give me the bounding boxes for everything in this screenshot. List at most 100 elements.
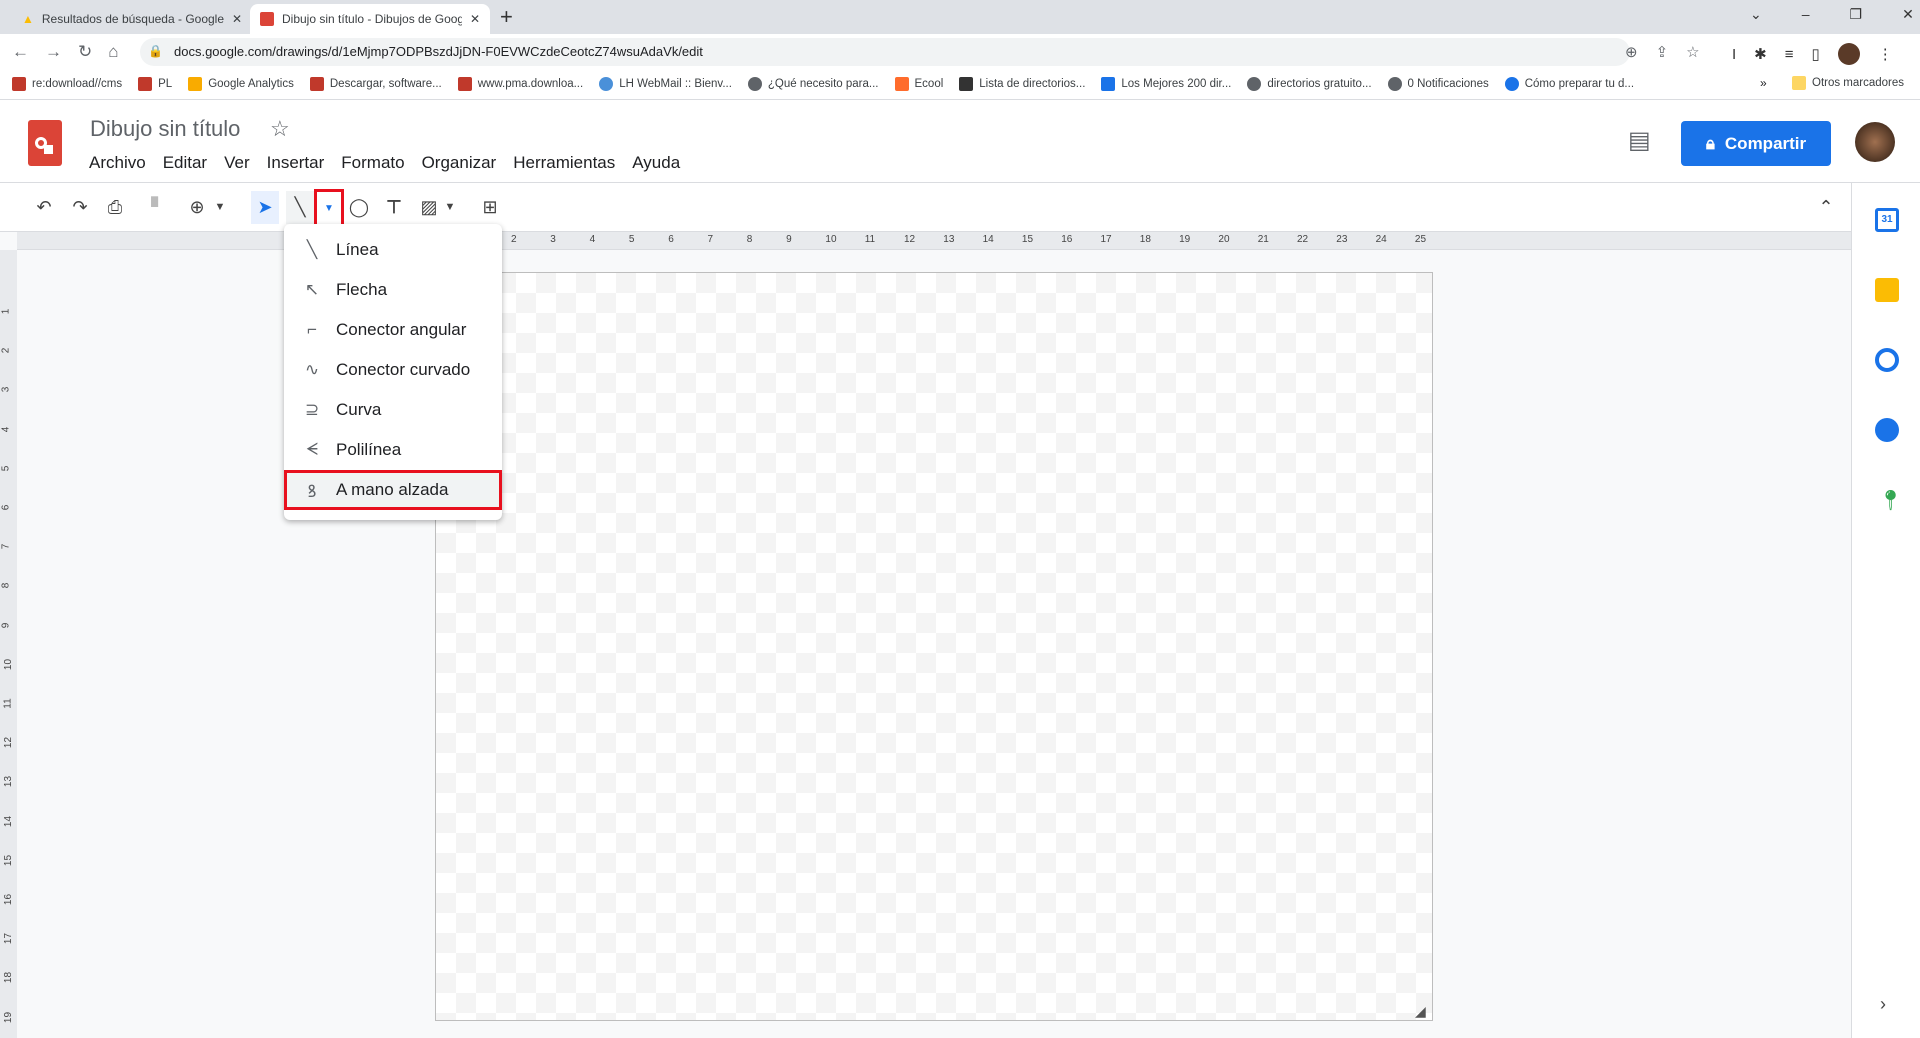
google-drawings-icon [260,12,274,26]
bookmark[interactable]: ¿Qué necesito para... [747,76,879,91]
menu-formato[interactable]: Formato [341,153,404,173]
cpanel-icon [894,76,909,91]
close-tab-icon[interactable]: ✕ [470,12,480,26]
document-title[interactable]: Dibujo sin título [90,116,240,142]
ruler-tick-label: 1 [0,308,12,315]
ruler-tick-label: 15 [3,854,15,866]
share-page-icon[interactable]: ⇪ [1656,43,1669,61]
zoom-icon[interactable]: ⊕ [1625,43,1638,61]
menu-ayuda[interactable]: Ayuda [632,153,680,173]
bookmark[interactable]: LH WebMail :: Bienv... [599,76,732,91]
tab-drive[interactable]: ▲Resultados de búsqueda - Google Drive✕ [12,4,252,34]
bookmark[interactable]: Google Analytics [188,76,294,91]
zoom-icon[interactable]: ⊕ [183,193,211,221]
minimize-button[interactable]: – [1802,6,1810,23]
more-bookmarks-button[interactable]: » [1760,76,1767,90]
bookmark[interactable]: Lista de directorios... [959,76,1085,91]
tab-search-icon[interactable]: ⌄ [1750,6,1762,23]
undo-icon[interactable]: ↶ [30,193,58,221]
bookmark[interactable]: Cómo preparar tu d... [1504,76,1634,91]
menu-editar[interactable]: Editar [163,153,207,173]
bookmark[interactable]: re:download//cms [12,76,122,91]
ruler-tick-label: 15 [1021,234,1034,245]
avatar[interactable] [1855,122,1895,162]
menu-item-arrow[interactable]: ↖ Flecha [284,270,502,310]
ruler-tick-label: 2 [0,347,12,354]
drawings-logo[interactable] [28,120,62,166]
forward-icon[interactable]: → [45,42,62,62]
bookmark[interactable]: directorios gratuito... [1247,76,1372,91]
contacts-icon[interactable] [1875,418,1899,442]
collapse-icon[interactable]: ⌃ [1812,193,1840,221]
ruler-tick-label: 17 [1100,234,1112,245]
ruler-tick-label: 14 [982,234,994,245]
ruler-tick-label: 18 [3,972,15,984]
add-comment-icon[interactable]: ⊞ [476,193,504,221]
menu-item-elbow-connector[interactable]: ⌐ Conector angular [284,310,502,350]
other-bookmarks[interactable]: Otros marcadores [1792,76,1904,90]
bookmark[interactable]: www.pma.downloa... [457,76,583,91]
zoom-dropdown-icon[interactable]: ▼ [212,193,228,221]
paint-format-icon[interactable]: ▝ [137,193,165,221]
bookmark[interactable]: Ecool [894,76,943,91]
text-box-icon[interactable]: ⊤ [380,193,408,221]
back-icon[interactable]: ← [12,42,29,62]
line-type-menu: ╲ Línea ↖ Flecha ⌐ Conector angular ∿ Conect… [284,224,502,520]
avatar[interactable] [1837,43,1860,65]
url-input[interactable]: docs.google.com/drawings/d/1eMjmp7ODPBsz… [140,38,1630,66]
share-button[interactable]: 🔒︎ Compartir [1681,121,1831,166]
menu-item-line[interactable]: ╲ Línea [284,230,502,270]
menu-item-scribble[interactable]: ꝸA mano alzada [284,470,502,510]
image-dropdown-icon[interactable]: ▼ [442,193,458,221]
reload-icon[interactable]: ↻ [78,42,92,62]
side-panel-icon[interactable]: ▯ [1812,45,1820,63]
tab-drawing[interactable]: Dibujo sin título - Dibujos de Google ✕ [250,4,490,34]
bookmark[interactable]: 0 Notificaciones [1387,76,1489,91]
menu-item-curve[interactable]: ⊇ Curva [284,390,502,430]
star-icon[interactable]: ☆ [270,116,290,142]
menu-item-polyline[interactable]: ᗕ Polilínea [284,430,502,470]
image-icon[interactable]: ▨ [415,193,443,221]
resize-handle-icon[interactable]: ◢ [1415,1003,1426,1020]
select-tool-icon[interactable]: ➤ [251,191,279,224]
bookmark[interactable]: Los Mejores 200 dir... [1101,76,1231,91]
menu-insertar[interactable]: Insertar [267,153,325,173]
ruler-tick-label: 21 [1257,234,1269,245]
calendar-icon[interactable]: 31 [1875,208,1899,232]
menu-dots-icon[interactable]: ⋮ [1878,45,1893,63]
lock-icon: 🔒︎ [1705,133,1715,153]
new-tab-button[interactable]: + [500,4,513,30]
menu-item-curved-connector[interactable]: ∿ Conector curvado [284,350,502,390]
comments-icon[interactable]: ▤ [1628,126,1651,155]
menu-organizar[interactable]: Organizar [422,153,497,173]
star-icon[interactable]: ☆ [1686,43,1699,61]
expand-panel-icon[interactable]: › [1880,994,1886,1015]
menu-ver[interactable]: Ver [224,153,250,173]
ruler-tick-label: 6 [668,234,674,245]
ruler-tick-label: 4 [0,426,12,432]
maps-icon[interactable]: 📍︎ [1878,488,1903,513]
print-icon[interactable]: ⎙ [101,193,129,221]
line-dropdown-button[interactable]: ▼ [314,189,344,227]
keep-icon[interactable] [1875,278,1899,302]
menu-bar: Archivo Editar Ver Insertar Formato Organizar… [89,153,680,173]
home-icon[interactable]: ⌂ [108,42,118,62]
shape-tool-icon[interactable]: ◯ [345,193,373,221]
close-window-button[interactable]: ✕ [1902,6,1914,23]
lock-icon: 🔒 [148,44,163,58]
restore-button[interactable]: ❐ [1850,6,1863,23]
bookmark[interactable]: PL [138,76,172,91]
puzzle-icon[interactable]: ✱ [1754,45,1767,63]
tasks-icon[interactable] [1875,348,1899,372]
line-tool-icon[interactable]: ╲ [286,191,314,224]
extension-icon[interactable]: I [1732,46,1736,63]
bookmark[interactable]: Descargar, software... [309,76,442,91]
menu-herramientas[interactable]: Herramientas [513,153,615,173]
media-icon[interactable]: ≡ [1785,46,1794,63]
drawing-canvas[interactable] [435,272,1433,1021]
close-tab-icon[interactable]: ✕ [232,12,242,26]
bookmark-icon [599,76,614,91]
redo-icon[interactable]: ↷ [66,193,94,221]
curve-icon: ⊇ [304,400,320,419]
menu-archivo[interactable]: Archivo [89,153,146,173]
